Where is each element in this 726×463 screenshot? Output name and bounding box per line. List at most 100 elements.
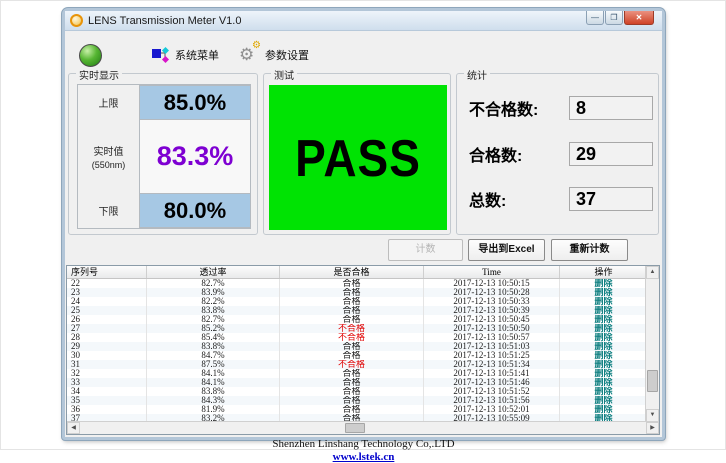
system-menu-icon: [151, 46, 169, 64]
delete-link[interactable]: 删除: [560, 306, 647, 315]
cell-serial: 28: [67, 333, 147, 342]
current-value-label: 实时值 (550nm): [78, 120, 139, 193]
stats-group-title: 统计: [464, 67, 490, 82]
cell-time: 2017-12-13 10:51:46: [424, 378, 560, 387]
cell-time: 2017-12-13 10:50:28: [424, 288, 560, 297]
lower-limit-value: 80.0%: [139, 193, 250, 228]
table-row: 3483.8%合格2017-12-13 10:51:52删除: [67, 387, 659, 396]
lower-limit-label: 下限: [78, 193, 139, 228]
website-link[interactable]: www.lstek.cn: [333, 451, 395, 463]
delete-link[interactable]: 删除: [560, 288, 647, 297]
upper-limit-label: 上限: [78, 85, 139, 120]
count-button[interactable]: 计数: [388, 239, 463, 261]
footer-company: Shenzhen Linshang Technology Co,.LTD: [65, 438, 662, 450]
delete-link[interactable]: 删除: [560, 405, 647, 414]
table-body: 2282.7%合格2017-12-13 10:50:15删除2383.9%合格2…: [67, 279, 659, 423]
window-title: LENS Transmission Meter V1.0: [88, 15, 241, 27]
current-label-text: 实时值: [94, 143, 124, 158]
lower-limit-row: 下限 80.0%: [78, 193, 250, 228]
cell-result: 不合格: [280, 360, 424, 369]
scroll-up-icon[interactable]: ▲: [646, 266, 659, 279]
cell-serial: 31: [67, 360, 147, 369]
export-excel-button[interactable]: 导出到Excel: [468, 239, 545, 261]
status-light-icon: [79, 44, 102, 67]
table-header: 序列号 透过率 是否合格 Time 操作: [67, 266, 659, 279]
delete-link[interactable]: 删除: [560, 342, 647, 351]
cell-serial: 34: [67, 387, 147, 396]
cell-time: 2017-12-13 10:50:33: [424, 297, 560, 306]
header-operation: 操作: [560, 266, 647, 278]
delete-link[interactable]: 删除: [560, 360, 647, 369]
realtime-group-title: 实时显示: [76, 67, 122, 82]
cell-transmittance: 81.9%: [147, 405, 280, 414]
upper-limit-value: 85.0%: [139, 85, 250, 120]
settings-button[interactable]: ⚙⚙ 参数设置: [239, 45, 309, 65]
delete-link[interactable]: 删除: [560, 378, 647, 387]
cell-transmittance: 83.8%: [147, 342, 280, 351]
cell-time: 2017-12-13 10:50:50: [424, 324, 560, 333]
table-row: 2785.2%不合格2017-12-13 10:50:50删除: [67, 324, 659, 333]
fail-count-row: 不合格数:: [469, 96, 569, 120]
delete-link[interactable]: 删除: [560, 324, 647, 333]
delete-link[interactable]: 删除: [560, 297, 647, 306]
system-menu-label: 系统菜单: [175, 47, 219, 63]
system-menu-button[interactable]: 系统菜单: [151, 45, 219, 65]
delete-link[interactable]: 删除: [560, 369, 647, 378]
vertical-scrollbar[interactable]: ▲ ▼: [645, 266, 659, 423]
vertical-scroll-thumb[interactable]: [647, 370, 658, 392]
delete-link[interactable]: 删除: [560, 387, 647, 396]
test-group-title: 测试: [271, 67, 297, 82]
pass-count-row: 合格数:: [469, 142, 569, 166]
cell-time: 2017-12-13 10:51:52: [424, 387, 560, 396]
table-row: 2482.2%合格2017-12-13 10:50:33删除: [67, 297, 659, 306]
test-group: 测试 PASS: [263, 73, 451, 235]
cell-transmittance: 83.8%: [147, 306, 280, 315]
cell-transmittance: 84.7%: [147, 351, 280, 360]
cell-serial: 25: [67, 306, 147, 315]
cell-result: 合格: [280, 315, 424, 324]
maximize-button[interactable]: ❐: [605, 11, 623, 25]
settings-label: 参数设置: [265, 47, 309, 63]
scroll-right-icon[interactable]: ▶: [646, 422, 659, 434]
horizontal-scroll-thumb[interactable]: [345, 423, 365, 433]
pass-count-value: 29: [569, 142, 653, 166]
cell-result: 合格: [280, 369, 424, 378]
fail-count-label: 不合格数:: [469, 96, 569, 120]
delete-link[interactable]: 删除: [560, 279, 647, 288]
app-window: LENS Transmission Meter V1.0 — ❐ ✕ 系统菜单 …: [62, 8, 665, 440]
delete-link[interactable]: 删除: [560, 315, 647, 324]
cell-result: 不合格: [280, 324, 424, 333]
delete-link[interactable]: 删除: [560, 351, 647, 360]
cell-transmittance: 87.5%: [147, 360, 280, 369]
delete-link[interactable]: 删除: [560, 333, 647, 342]
total-count-row: 总数:: [469, 187, 569, 211]
cell-time: 2017-12-13 10:50:45: [424, 315, 560, 324]
table-row: 2983.8%合格2017-12-13 10:51:03删除: [67, 342, 659, 351]
scroll-left-icon[interactable]: ◀: [67, 422, 80, 434]
cell-result: 合格: [280, 279, 424, 288]
titlebar[interactable]: LENS Transmission Meter V1.0: [65, 11, 662, 31]
recount-button[interactable]: 重新计数: [551, 239, 628, 261]
total-count-label: 总数:: [469, 187, 569, 211]
cell-result: 合格: [280, 396, 424, 405]
horizontal-scrollbar[interactable]: ◀ ▶: [67, 421, 659, 434]
close-button[interactable]: ✕: [624, 11, 654, 25]
delete-link[interactable]: 删除: [560, 396, 647, 405]
current-wavelength: (550nm): [92, 160, 126, 170]
table-row: 3084.7%合格2017-12-13 10:51:25删除: [67, 351, 659, 360]
cell-time: 2017-12-13 10:51:56: [424, 396, 560, 405]
table-row: 3284.1%合格2017-12-13 10:51:41删除: [67, 369, 659, 378]
realtime-display: 上限 85.0% 实时值 (550nm) 83.3% 下限 80.0%: [77, 84, 251, 229]
cell-serial: 23: [67, 288, 147, 297]
fail-count-value: 8: [569, 96, 653, 120]
cell-serial: 26: [67, 315, 147, 324]
table-row: 3187.5%不合格2017-12-13 10:51:34删除: [67, 360, 659, 369]
cell-serial: 36: [67, 405, 147, 414]
table-row: 2282.7%合格2017-12-13 10:50:15删除: [67, 279, 659, 288]
cell-transmittance: 82.7%: [147, 279, 280, 288]
table-row: 2383.9%合格2017-12-13 10:50:28删除: [67, 288, 659, 297]
cell-time: 2017-12-13 10:52:01: [424, 405, 560, 414]
cell-time: 2017-12-13 10:50:39: [424, 306, 560, 315]
cell-time: 2017-12-13 10:51:03: [424, 342, 560, 351]
minimize-button[interactable]: —: [586, 11, 604, 25]
